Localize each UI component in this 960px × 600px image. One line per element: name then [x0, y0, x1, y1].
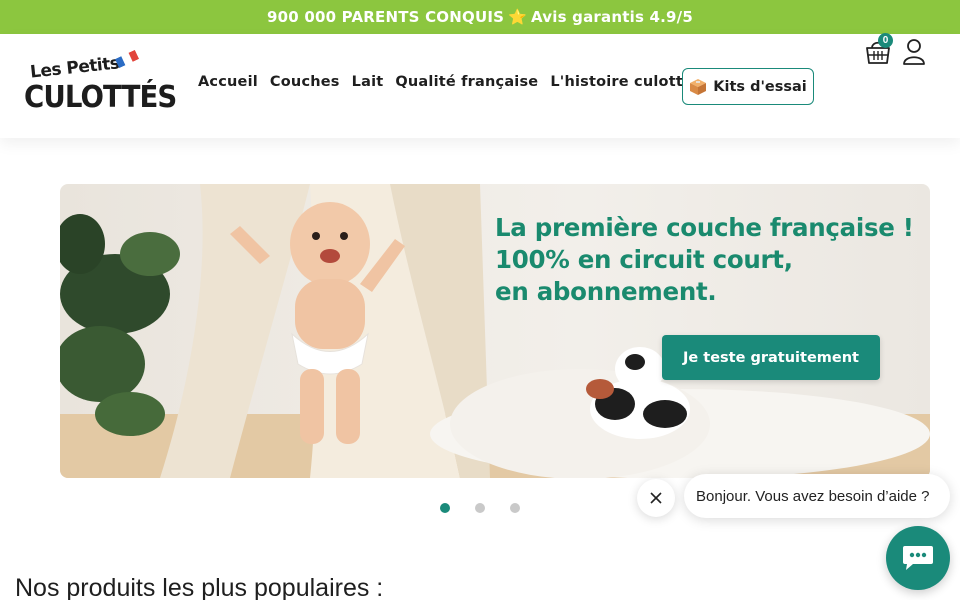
nav-item-histoire[interactable]: L'histoire culottée — [550, 74, 703, 90]
test-free-button[interactable]: Je teste gratuitement — [662, 335, 880, 380]
site-header: Les Petits CULOTTÉS Accueil Couches Lait… — [0, 34, 960, 138]
hero-line-2: 100% en circuit court, — [495, 245, 793, 274]
nav-item-qualite[interactable]: Qualité française — [395, 74, 538, 90]
cart-count-badge: 0 — [878, 33, 893, 48]
logo-line1: Les Petits — [29, 53, 121, 83]
announcement-text: 900 000 PARENTS CONQUIS — [267, 8, 505, 26]
carousel-dot-3[interactable] — [510, 503, 520, 513]
box-icon — [690, 78, 707, 95]
hero-line-3: en abonnement. — [495, 277, 717, 306]
nav-item-lait[interactable]: Lait — [352, 74, 384, 90]
chat-close-button[interactable] — [637, 479, 675, 517]
carousel-dots — [440, 503, 520, 513]
star-icon: ⭐ — [508, 8, 528, 26]
rating-text: Avis garantis 4.9/5 — [531, 8, 693, 26]
nav-item-couches[interactable]: Couches — [270, 74, 340, 90]
chat-launcher-button[interactable] — [886, 526, 950, 590]
chat-greeting-bubble[interactable]: Bonjour. Vous avez besoin d’aide ? — [684, 474, 950, 518]
section-title: Nos produits les plus populaires : — [15, 574, 384, 600]
carousel-dot-2[interactable] — [475, 503, 485, 513]
user-icon[interactable] — [902, 38, 926, 66]
chat-greeting-text: Bonjour. Vous avez besoin d’aide ? — [696, 487, 930, 505]
logo-line2: CULOTTÉS — [24, 80, 177, 115]
hero-banner[interactable]: La première couche française ! 100% en c… — [60, 184, 930, 478]
carousel-dot-1[interactable] — [440, 503, 450, 513]
site-logo[interactable]: Les Petits CULOTTÉS — [24, 49, 177, 122]
nav-item-accueil[interactable]: Accueil — [198, 74, 258, 90]
close-icon — [650, 492, 662, 504]
hero-headline: La première couche française ! 100% en c… — [495, 212, 915, 308]
kits-label: Kits d'essai — [713, 78, 807, 95]
hero-line-1: La première couche française ! — [495, 213, 914, 242]
main-nav: Accueil Couches Lait Qualité française L… — [198, 74, 703, 90]
kits-essai-button[interactable]: Kits d'essai — [682, 68, 814, 105]
chat-icon — [903, 546, 933, 570]
announcement-bar: 900 000 PARENTS CONQUIS ⭐ Avis garantis … — [0, 0, 960, 34]
